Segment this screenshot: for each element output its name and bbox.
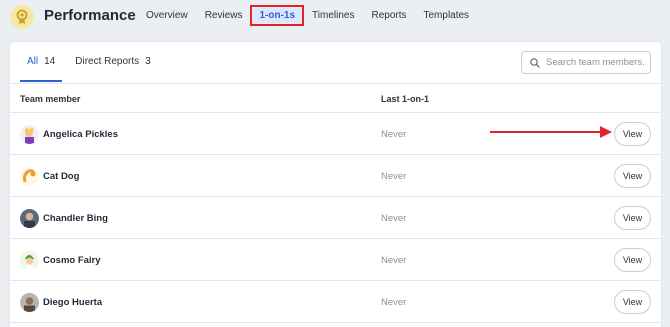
table-row: Chandler Bing Never View (10, 197, 661, 239)
last-one-on-one: Never (381, 297, 407, 308)
table-row: Cosmo Fairy Never View (10, 239, 661, 281)
main-nav: Overview Reviews 1-on-1s Timelines Repor… (146, 5, 486, 26)
avatar (20, 251, 39, 270)
last-one-on-one: Never (381, 213, 407, 224)
tab-all[interactable]: All 14 (20, 42, 63, 82)
view-button[interactable]: View (614, 248, 651, 272)
nav-reports[interactable]: Reports (371, 10, 406, 25)
performance-logo-icon (10, 5, 34, 29)
last-one-on-one: Never (381, 171, 407, 182)
table-header: Team member Last 1-on-1 (10, 83, 661, 113)
filter-tabs: All 14 Direct Reports 3 (20, 42, 164, 82)
column-header-team-member: Team member (20, 94, 81, 104)
avatar (20, 293, 39, 312)
annotation-arrow-icon (490, 126, 612, 138)
member-name: Chandler Bing (43, 213, 108, 224)
nav-one-on-ones[interactable]: 1-on-1s (250, 5, 305, 26)
member-name: Cat Dog (43, 171, 80, 182)
view-button[interactable]: View (614, 290, 651, 314)
avatar (20, 209, 39, 228)
avatar (20, 167, 39, 186)
last-one-on-one: Never (381, 129, 407, 140)
last-one-on-one: Never (381, 255, 407, 266)
search-box[interactable] (521, 51, 651, 74)
top-bar: Performance Overview Reviews 1-on-1s Tim… (0, 0, 670, 36)
nav-reviews[interactable]: Reviews (205, 10, 243, 25)
tab-all-count: 14 (44, 56, 56, 67)
view-button[interactable]: View (614, 164, 651, 188)
tab-direct-reports[interactable]: Direct Reports 3 (68, 42, 157, 82)
column-header-last-one-on-one: Last 1-on-1 (381, 94, 430, 104)
search-input[interactable] (546, 57, 646, 68)
nav-timelines[interactable]: Timelines (312, 10, 354, 25)
page-title: Performance (44, 7, 136, 24)
avatar (20, 125, 39, 144)
team-member-list: Angelica Pickles Never View Cat Dog Neve… (10, 113, 661, 323)
tab-all-label: All (27, 56, 39, 67)
tab-direct-reports-label: Direct Reports (75, 56, 140, 67)
table-row: Diego Huerta Never View (10, 281, 661, 323)
member-name: Diego Huerta (43, 297, 103, 308)
tab-direct-reports-count: 3 (145, 56, 151, 67)
nav-templates[interactable]: Templates (423, 10, 469, 25)
table-row: Cat Dog Never View (10, 155, 661, 197)
team-members-card: All 14 Direct Reports 3 Team member Last 1… (10, 42, 661, 327)
nav-overview[interactable]: Overview (146, 10, 188, 25)
view-button[interactable]: View (614, 206, 651, 230)
view-button[interactable]: View (614, 122, 651, 146)
member-name: Cosmo Fairy (43, 255, 101, 266)
member-name: Angelica Pickles (43, 129, 118, 140)
search-icon (530, 57, 540, 68)
